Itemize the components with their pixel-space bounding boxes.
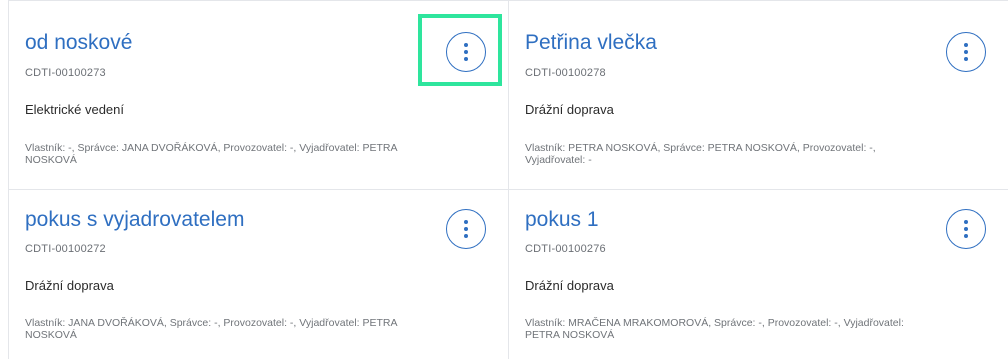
focus-highlight <box>418 14 502 86</box>
card-category: Drážní doprava <box>525 278 614 293</box>
card-petrina-vlecka[interactable]: Petřina vlečka CDTI-00100278 Drážní dopr… <box>508 0 1008 189</box>
card-title[interactable]: Petřina vlečka <box>525 31 657 55</box>
card-code: CDTI-00100276 <box>525 243 606 255</box>
card-grid: od noskové CDTI-00100273 Elektrické vede… <box>8 0 1008 359</box>
card-roles: Vlastník: JANA DVOŘÁKOVÁ, Správce: -, Pr… <box>25 317 397 341</box>
card-category: Elektrické vedení <box>25 102 124 117</box>
card-roles: Vlastník: PETRA NOSKOVÁ, Správce: PETRA … <box>525 142 876 166</box>
card-title[interactable]: od noskové <box>25 31 132 55</box>
card-menu-button[interactable] <box>446 209 486 249</box>
more-vertical-icon <box>464 220 468 238</box>
card-code: CDTI-00100273 <box>25 67 106 79</box>
card-roles: Vlastník: -, Správce: JANA DVOŘÁKOVÁ, Pr… <box>25 142 397 166</box>
card-menu-button[interactable] <box>946 32 986 72</box>
card-pokus-1[interactable]: pokus 1 CDTI-00100276 Drážní doprava Vla… <box>508 189 1008 359</box>
card-code: CDTI-00100272 <box>25 243 106 255</box>
card-category: Drážní doprava <box>525 102 614 117</box>
more-vertical-icon <box>964 43 968 61</box>
more-vertical-icon <box>964 220 968 238</box>
card-pokus-s-vyjadrovatelem[interactable]: pokus s vyjadrovatelem CDTI-00100272 Drá… <box>8 189 508 359</box>
card-code: CDTI-00100278 <box>525 67 606 79</box>
card-menu-button[interactable] <box>946 209 986 249</box>
card-category: Drážní doprava <box>25 278 114 293</box>
card-title[interactable]: pokus s vyjadrovatelem <box>25 208 244 232</box>
card-title[interactable]: pokus 1 <box>525 208 599 232</box>
card-roles: Vlastník: MRAČENA MRAKOMOROVÁ, Správce: … <box>525 317 904 341</box>
